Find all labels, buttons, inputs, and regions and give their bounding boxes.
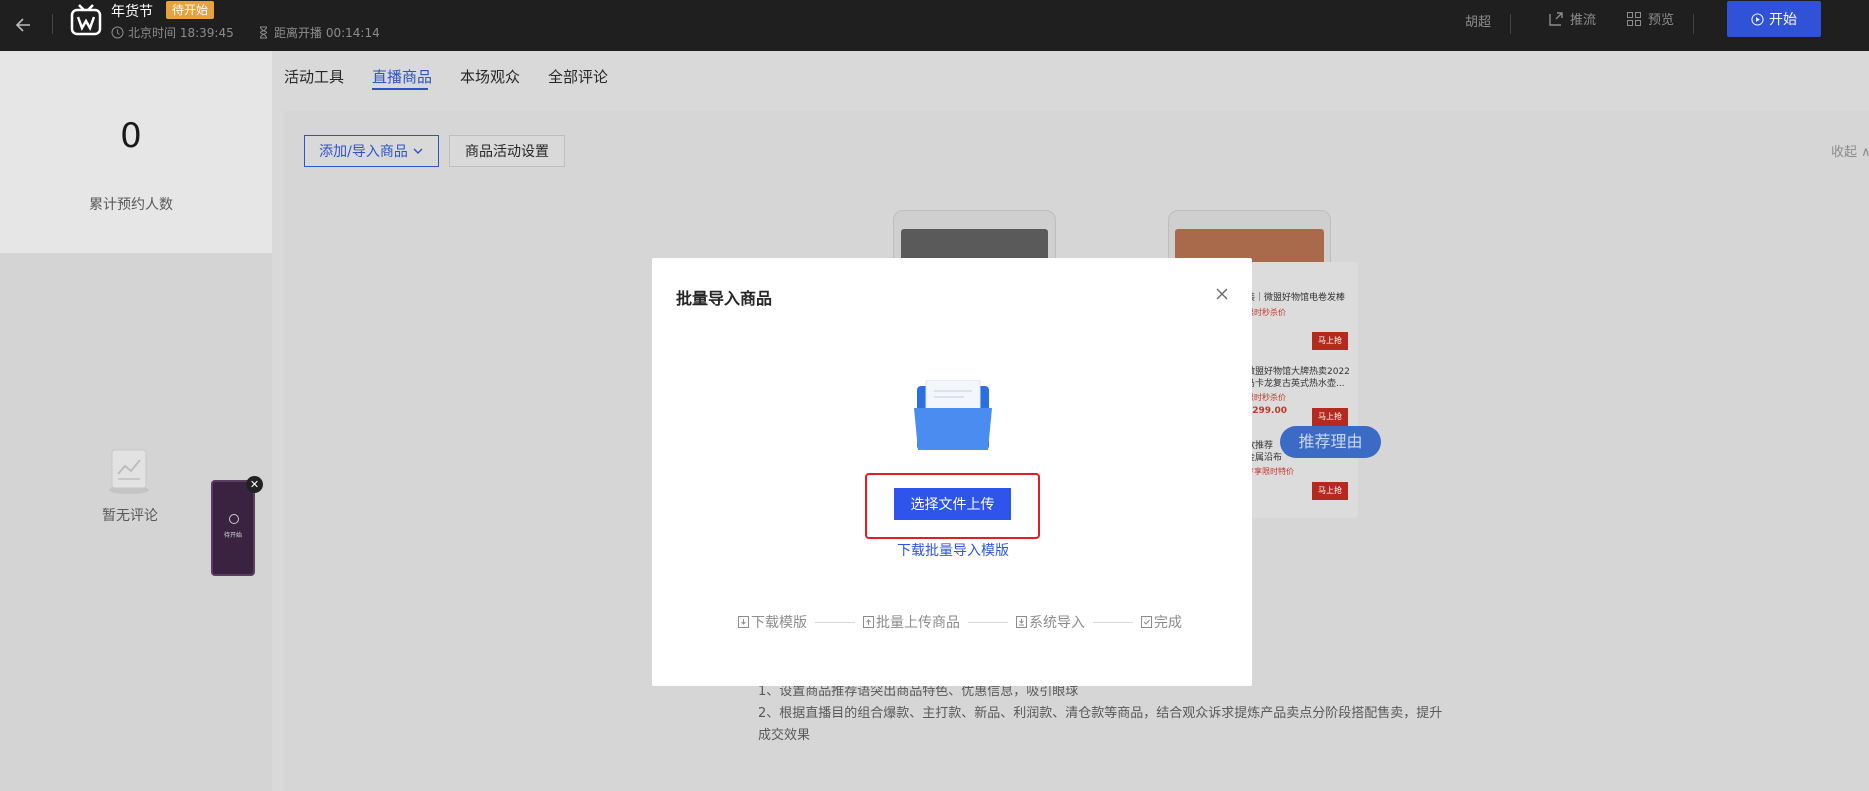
add-import-products-label: 添加/导入商品 <box>319 144 408 160</box>
preview-label: 预览 <box>1648 13 1675 28</box>
step-label: 批量上传商品 <box>876 615 960 631</box>
download-template-link[interactable]: 下载批量导入模版 <box>897 540 1009 560</box>
back-arrow-icon[interactable] <box>10 10 40 40</box>
empty-comments-text: 暂无评论 <box>102 508 158 524</box>
beijing-time: 北京时间 18:39:45 <box>111 24 234 41</box>
active-tab-indicator <box>372 88 428 90</box>
clock-icon <box>111 26 124 39</box>
product-list-preview: 装｜微盟好物馆电卷发棒 限时秒杀价 马上抢 微盟好物馆大牌热卖2022 马卡龙复… <box>1234 262 1358 518</box>
product-title: 装｜微盟好物馆电卷发棒 <box>1246 293 1346 303</box>
mini-clock-icon <box>229 514 239 524</box>
mini-player-close-icon[interactable]: ✕ <box>246 476 263 493</box>
tip-line: 2、根据直播目的组合爆款、主打款、新品、利润款、清仓款等商品，结合观众诉求提炼产… <box>758 706 1443 743</box>
push-stream-button[interactable]: 推流 <box>1548 9 1596 28</box>
step-label: 系统导入 <box>1029 615 1085 631</box>
collapse-button[interactable]: 收起 ∧ <box>1831 141 1869 160</box>
recommend-reason-tag: 推荐理由 <box>1280 426 1381 458</box>
folder-icon <box>914 379 992 454</box>
divider <box>1693 14 1694 34</box>
step-connector <box>968 621 1008 623</box>
step-system-import: 系统导入 <box>1016 612 1085 632</box>
upload-doc-icon <box>863 616 874 628</box>
share-out-icon <box>1549 11 1563 26</box>
buy-now-button: 马上抢 <box>1312 408 1348 426</box>
empty-comments-icon <box>104 446 154 496</box>
step-label: 完成 <box>1154 615 1182 631</box>
import-steps: 下载模版 批量上传商品 系统导入 完成 <box>738 612 1182 632</box>
top-bar: 年货节 待开始 北京时间 18:39:45 距离开播 00:14:14 胡超 推… <box>0 0 1869 51</box>
step-connector <box>1093 621 1133 623</box>
step-connector <box>815 621 855 623</box>
product-subtitle: 限时秒杀价 <box>1246 393 1286 402</box>
collapse-label: 收起 <box>1831 145 1858 160</box>
batch-import-modal: 批量导入商品 选择文件上传 下载批量导入模版 下载模版 批量上传商品 系统导入 <box>652 258 1252 686</box>
step-upload-products: 批量上传商品 <box>863 612 960 632</box>
step-complete: 完成 <box>1141 612 1182 632</box>
tab-live-products[interactable]: 直播商品 <box>372 66 432 87</box>
status-badge: 待开始 <box>166 1 215 19</box>
start-live-label: 开始 <box>1769 12 1797 28</box>
product-subtitle: 专享限时特价 <box>1246 467 1294 476</box>
buy-now-button: 马上抢 <box>1312 332 1348 350</box>
mini-player-status: 待开始 <box>223 532 242 539</box>
divider <box>1510 14 1511 34</box>
mini-live-player[interactable]: 待开始 <box>211 480 255 576</box>
chevron-down-icon <box>413 148 423 154</box>
close-icon[interactable] <box>1212 284 1232 304</box>
select-file-upload-button[interactable]: 选择文件上传 <box>894 488 1011 520</box>
add-import-products-button[interactable]: 添加/导入商品 <box>304 135 439 167</box>
product-title: 微盟好物馆大牌热卖2022 马卡龙复古英式热水壶... <box>1246 367 1350 389</box>
push-stream-label: 推流 <box>1570 13 1597 28</box>
host-name[interactable]: 胡超 <box>1465 11 1491 30</box>
product-tips: 1、设置商品推荐语突出商品特色、优惠信息，吸引眼球 2、根据直播目的组合爆款、主… <box>758 681 1448 747</box>
activity-settings-button[interactable]: 商品活动设置 <box>449 135 565 167</box>
reservation-stat-panel: 0 累计预约人数 <box>0 51 272 253</box>
product-subtitle: 限时秒杀价 <box>1246 308 1286 317</box>
product-price: ¥299.00 <box>1246 406 1287 416</box>
event-title: 年货节 <box>111 4 153 20</box>
buy-now-button: 马上抢 <box>1312 482 1348 500</box>
modal-title: 批量导入商品 <box>676 289 773 308</box>
beijing-time-text: 北京时间 18:39:45 <box>128 26 234 40</box>
tab-audience[interactable]: 本场观众 <box>460 66 520 87</box>
start-live-button[interactable]: 开始 <box>1727 1 1821 37</box>
countdown-text: 距离开播 00:14:14 <box>274 26 380 40</box>
divider <box>52 14 53 34</box>
preview-button[interactable]: 预览 <box>1626 9 1674 28</box>
step-download-template: 下载模版 <box>738 612 807 632</box>
import-doc-icon <box>1016 616 1027 628</box>
step-label: 下载模版 <box>751 615 807 631</box>
app-logo-icon <box>70 2 102 38</box>
reservation-count-label: 累计预约人数 <box>89 197 173 213</box>
download-doc-icon <box>738 616 749 628</box>
tab-all-comments[interactable]: 全部评论 <box>548 66 608 87</box>
check-doc-icon <box>1141 616 1152 628</box>
play-circle-icon <box>1751 12 1764 26</box>
grid-icon <box>1627 11 1641 26</box>
tab-activity-tools[interactable]: 活动工具 <box>284 66 344 87</box>
reservation-count: 0 <box>120 116 142 156</box>
hourglass-icon <box>259 26 268 39</box>
countdown: 距离开播 00:14:14 <box>257 24 380 41</box>
